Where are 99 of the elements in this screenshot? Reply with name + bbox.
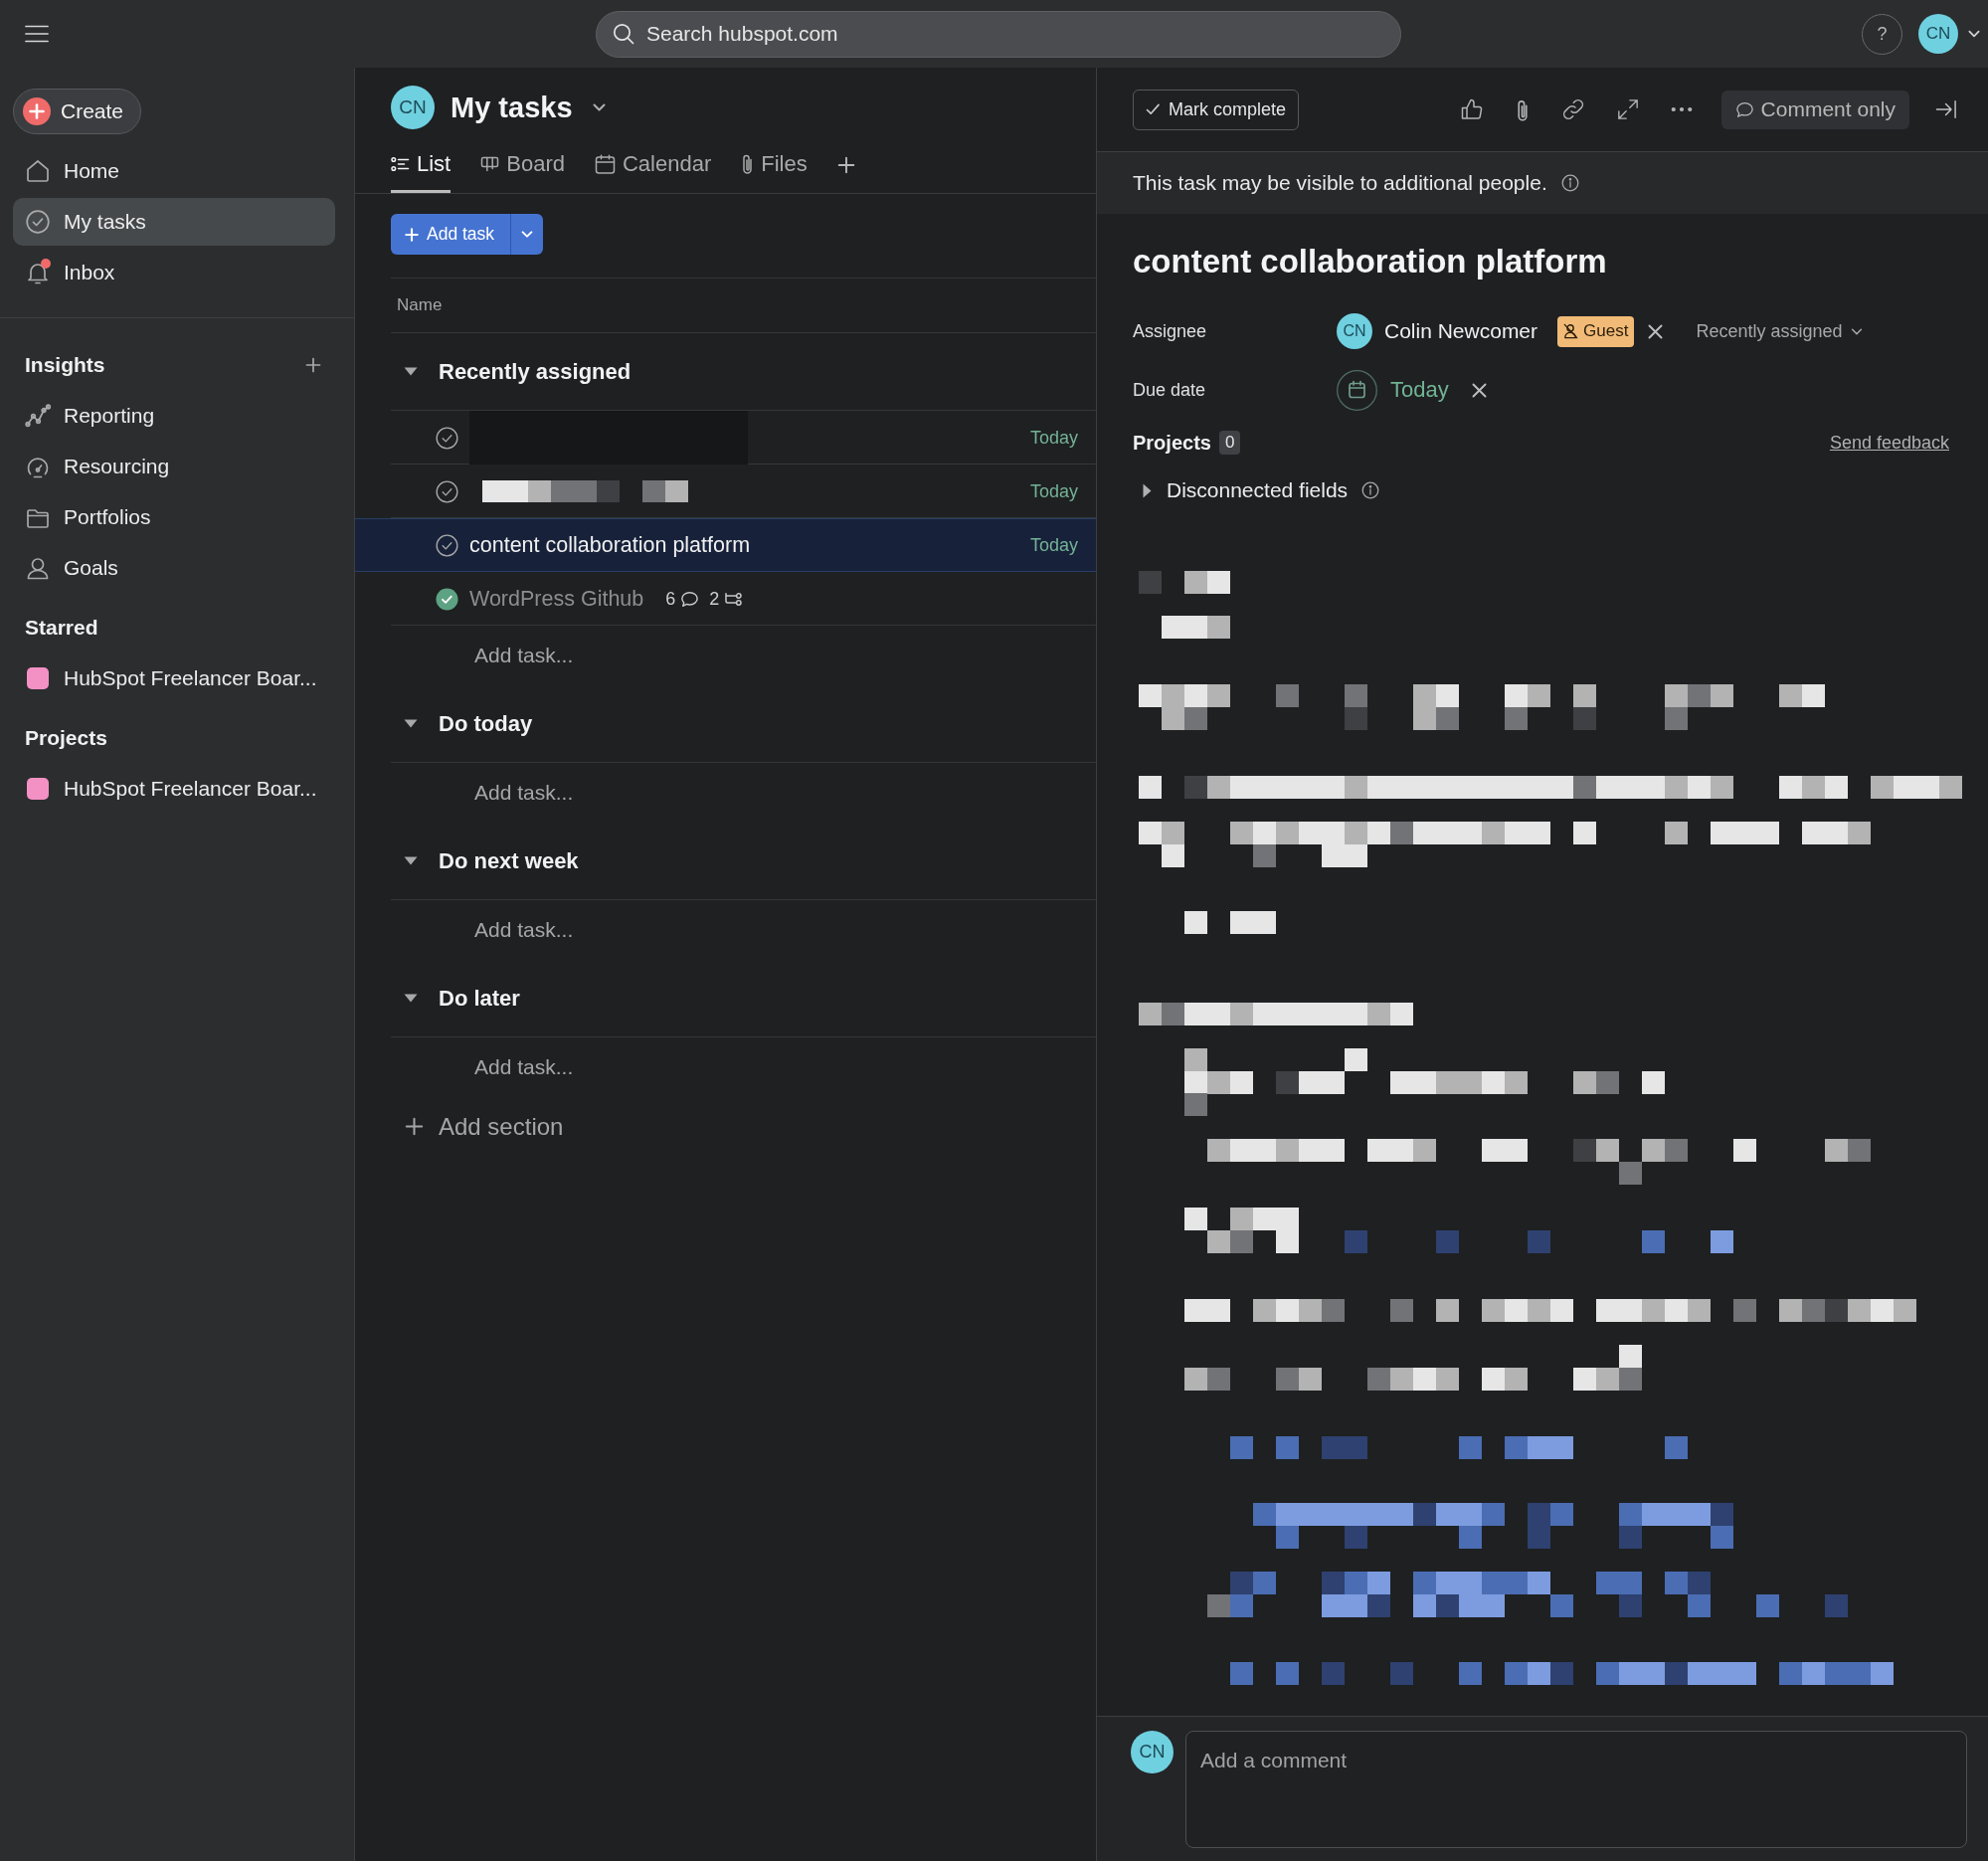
view-tab[interactable]: Files [741,137,808,193]
notice-text: This task may be visible to additional people. [1133,171,1547,195]
section-header[interactable]: Do later [391,960,1096,1037]
search-field[interactable]: Search hubspot.com [596,10,1401,58]
caret-icon[interactable] [592,103,606,111]
board-icon [480,155,500,172]
page-title: My tasks [451,91,573,124]
calendar-icon [594,153,616,174]
person-crossed-icon [1563,323,1579,339]
subtask-icon [724,591,744,607]
subtask-count: 2 [709,588,720,610]
view-tab[interactable]: List [391,137,452,193]
plus-icon [405,227,419,242]
plus-circle-icon [23,97,51,125]
caret-icon [1850,327,1863,335]
due-date-value[interactable]: Today [1390,377,1449,403]
view-tab[interactable]: Board [480,137,565,193]
sidebar-item[interactable]: Reporting [13,392,335,440]
link-icon[interactable] [1560,97,1585,121]
completed-check-icon[interactable] [436,587,458,611]
expand-icon[interactable] [1616,98,1639,120]
section-dropdown[interactable]: Recently assigned [1696,320,1863,342]
column-header: Name [397,295,443,315]
add-task-link[interactable]: Add task... [474,781,574,805]
section-header[interactable]: Do today [391,685,1096,763]
sidebar-item[interactable]: Goals [13,544,335,592]
add-task-button[interactable]: Add task [391,214,511,255]
comment-only-button[interactable]: Comment only [1720,90,1909,129]
info-icon [1361,481,1380,499]
task-name: content collaboration platform [469,532,751,558]
due-date: Today [1029,480,1078,502]
guest-label: Guest [1583,321,1629,341]
avatar: CN [391,86,435,129]
check-circle-icon[interactable] [436,426,458,450]
project-count: 0 [1218,431,1241,455]
check-circle-icon[interactable] [436,479,458,503]
mark-complete-button[interactable]: Mark complete [1133,89,1300,130]
nav-item[interactable]: My tasks [13,198,335,246]
collapse-panel-icon[interactable] [1935,99,1957,119]
section-title: Insights [25,353,105,377]
close-icon[interactable] [1471,382,1487,398]
home-icon [26,159,50,183]
section-header[interactable]: Do next week [391,823,1096,900]
plus-icon[interactable] [836,156,855,174]
comment-field[interactable]: Add a comment [1185,1731,1967,1848]
due-date: Today [1029,534,1078,556]
task-row[interactable]: content collaboration platform Today [355,518,1096,572]
thumbs-up-icon[interactable] [1459,97,1484,121]
paperclip-icon[interactable] [1515,97,1530,121]
bell-icon [26,261,50,284]
search-icon [613,22,634,45]
person-icon [26,556,50,580]
disconnected-fields-toggle[interactable]: Disconnected fields [1143,478,1349,502]
sidebar-item[interactable]: Resourcing [13,443,335,490]
add-task-link[interactable]: Add task... [474,644,574,667]
add-task-link[interactable]: Add task... [474,1055,574,1079]
task-title: content collaboration platform [1133,242,1607,281]
dropdown-button[interactable] [510,214,544,255]
more-icon[interactable] [1670,106,1693,112]
speech-bubble-icon [680,590,700,608]
sidebar-item[interactable]: Portfolios [13,493,335,541]
gauge-icon [26,455,50,478]
line-chart-icon [24,404,52,428]
avatar: CN [1337,313,1372,349]
view-tab[interactable]: Calendar [594,137,712,193]
nav-item[interactable]: Inbox [13,249,335,296]
section-title: Starred [25,616,98,640]
due-date: Today [1029,427,1078,449]
assignee-name[interactable]: Colin Newcomer [1384,319,1538,343]
menu-icon[interactable] [25,25,49,43]
avatar[interactable]: CN [1918,14,1958,54]
folder-icon [26,506,50,528]
projects-label: Projects [1133,431,1211,455]
send-feedback-link[interactable]: Send feedback [1829,432,1949,454]
section-title: Projects [25,726,107,750]
comment-count: 6 [665,588,676,610]
sidebar-item[interactable]: HubSpot Freelancer Boar... [13,654,335,702]
create-button[interactable]: Create [13,89,142,134]
list-icon [391,155,410,172]
field-label: Assignee [1133,320,1207,342]
check-circle-icon[interactable] [436,533,458,557]
add-task-link[interactable]: Add task... [474,918,574,942]
plus-icon[interactable] [305,357,321,373]
calendar-icon[interactable] [1337,369,1377,411]
speech-bubble-icon [1734,100,1754,118]
avatar: CN [1131,1731,1174,1773]
plus-icon [405,1117,424,1136]
check-icon [1146,103,1161,115]
caret-icon [521,231,534,238]
paperclip-icon [741,153,755,174]
nav-item[interactable]: Home [13,147,335,195]
field-label: Due date [1133,379,1206,401]
caret-icon[interactable] [1968,30,1980,38]
info-icon [1560,174,1579,192]
check-circle-icon [26,210,50,234]
sidebar-item[interactable]: HubSpot Freelancer Boar... [13,765,335,813]
task-name: WordPress Github [469,586,644,612]
close-icon[interactable] [1648,323,1664,339]
add-section-button[interactable]: Add section [405,1097,564,1156]
